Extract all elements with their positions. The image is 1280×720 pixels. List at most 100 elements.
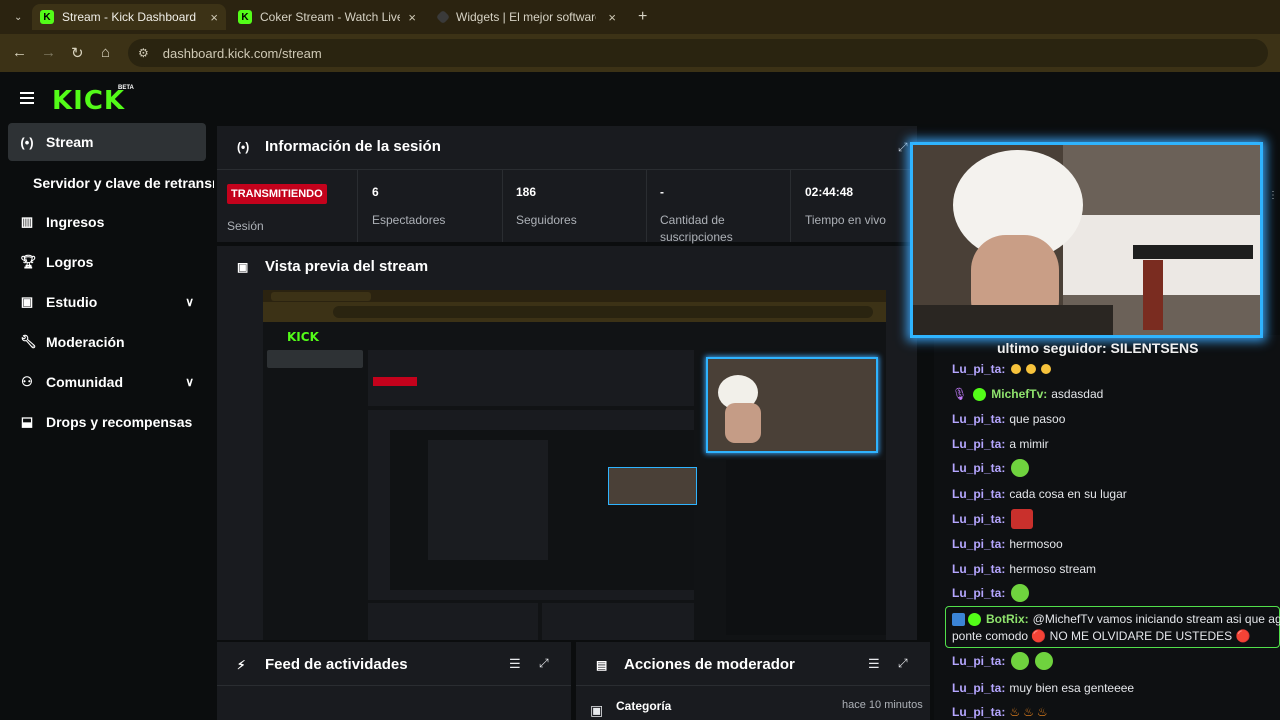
stat-subscriptions: - Cantidad de suscripciones	[646, 170, 791, 244]
emote-icon	[1035, 652, 1054, 670]
url-input[interactable]: ⚙ dashboard.kick.com/stream	[128, 39, 1268, 67]
sidebar-item-label: Drops y recompensas	[46, 414, 193, 430]
mod-action-title: Categoría	[616, 699, 672, 713]
sidebar-item-logros[interactable]: 🏆︎ Logros	[8, 243, 206, 281]
stat-followers: 186 Seguidores	[502, 170, 647, 242]
tab-coker-stream[interactable]: K Coker Stream - Watch Live on K ×	[230, 4, 424, 30]
fire-icon: ♨	[1009, 705, 1021, 719]
chat-message: Lu_pi_ta: que pasoo	[952, 412, 1066, 426]
emoji-icon	[1011, 364, 1022, 374]
chat-message: Lu_pi_ta:	[952, 459, 1030, 477]
chat-message: Lu_pi_ta:	[952, 362, 1054, 376]
fire-icon: ♨	[1023, 705, 1034, 719]
session-info-title: Información de la sesión	[265, 138, 441, 155]
activity-feed-header: ⚡︎ Feed de actividades	[237, 656, 408, 673]
fire-icon: ♨	[1036, 705, 1048, 719]
sidebar-item-label: Logros	[46, 254, 94, 270]
browser-tab-bar: ⌄ K Stream - Kick Dashboard × K Coker St…	[0, 0, 1280, 34]
sidebar-item-label: Stream	[46, 134, 94, 150]
activity-feed-title: Feed de actividades	[265, 656, 408, 673]
chat-message: Lu_pi_ta:	[952, 509, 1034, 529]
kick-favicon-icon: K	[238, 10, 252, 24]
verified-badge-icon	[968, 612, 981, 626]
kick-badge-icon	[973, 387, 987, 401]
video-icon: ▣	[237, 259, 249, 274]
stream-preview-header: ▣ Vista previa del stream	[237, 258, 428, 275]
emote-icon	[1011, 584, 1030, 602]
chat-message: Lu_pi_ta: a mimir	[952, 437, 1049, 451]
mod-action-time: hace 10 minutos	[842, 699, 923, 711]
emote-icon	[1011, 509, 1034, 529]
mod-actions-panel: ▤ Acciones de moderador ☰ ⤢ ▣ Categoría …	[576, 642, 930, 720]
chat-menu-icon[interactable]: ⋮	[1268, 190, 1278, 201]
sidebar-item-comunidad[interactable]: ⚇ Comunidad ∨	[8, 363, 206, 401]
tab-search-button[interactable]: ⌄	[6, 4, 30, 30]
chevron-down-icon[interactable]: ∨	[185, 295, 194, 309]
chat-message: Lu_pi_ta:	[952, 652, 1054, 670]
emote-icon	[1011, 652, 1030, 670]
emoji-icon	[1041, 364, 1052, 374]
mod-actions-title: Acciones de moderador	[624, 656, 795, 673]
site-settings-icon[interactable]: ⚙	[138, 46, 149, 60]
last-follower-text: ultimo seguidor: SILENTSENS	[997, 340, 1199, 356]
stream-preview-title: Vista previa del stream	[265, 258, 429, 275]
sidebar-item-ingresos[interactable]: ▥ Ingresos	[8, 203, 206, 241]
beta-badge: BETA	[118, 85, 134, 91]
emote-icon	[1011, 459, 1030, 477]
sidebar-item-label: Ingresos	[46, 214, 105, 230]
trophy-icon: 🏆︎	[20, 254, 37, 269]
kick-favicon-icon: K	[40, 10, 54, 24]
emoji-icon	[1026, 364, 1037, 374]
popout-icon[interactable]: ⤢	[898, 656, 908, 671]
lightning-icon: ⚡︎	[237, 657, 246, 672]
filter-icon[interactable]: ☰	[868, 656, 880, 672]
popout-icon[interactable]: ⤢	[539, 656, 549, 671]
chat-message: Lu_pi_ta: muy bien esa genteeee	[952, 681, 1135, 695]
chat-message: Lu_pi_ta:	[952, 584, 1030, 602]
expand-icon[interactable]: ⤢	[898, 140, 908, 155]
bot-badge-icon	[952, 612, 965, 626]
sidebar-item-stream[interactable]: (•) Stream	[8, 123, 206, 161]
sidebar-item-stream-key[interactable]: Servidor y clave de retransmisión	[33, 175, 214, 191]
drops-icon: ⬓	[20, 414, 34, 429]
wrench-icon: 🔧︎	[20, 334, 37, 349]
chat-message: 🎙︎ MichefTv: asdasdad	[952, 387, 1104, 401]
chevron-down-icon[interactable]: ∨	[185, 375, 194, 389]
home-icon[interactable]: ⌂	[101, 44, 110, 61]
broadcast-icon: (•)	[237, 139, 250, 154]
sidebar-item-estudio[interactable]: ▣ Estudio ∨	[8, 283, 206, 321]
address-bar: ← → ↻ ⌂ ⚙ dashboard.kick.com/stream	[0, 34, 1280, 73]
document-icon: ▤	[596, 657, 608, 672]
close-tab-icon[interactable]: ×	[408, 10, 416, 25]
stat-viewers: 6 Espectadores	[358, 170, 503, 242]
chat-message: Lu_pi_ta: cada cosa en su lugar	[952, 487, 1127, 501]
hamburger-menu-icon[interactable]	[20, 92, 34, 104]
new-tab-button[interactable]: +	[630, 4, 652, 30]
forward-icon[interactable]: →	[41, 44, 56, 61]
widgets-favicon-icon	[435, 9, 451, 25]
webcam-overlay	[910, 142, 1263, 338]
kick-logo[interactable]: KICK	[52, 86, 125, 116]
broadcast-icon: (•)	[20, 134, 34, 150]
chat-message: Lu_pi_ta: hermoso stream	[952, 562, 1097, 576]
back-icon[interactable]: ←	[12, 44, 27, 61]
sidebar-item-label: Estudio	[46, 294, 98, 310]
url-text: dashboard.kick.com/stream	[162, 45, 322, 61]
reload-icon[interactable]: ↻	[71, 44, 84, 62]
chat-message: Lu_pi_ta: ♨ ♨ ♨	[952, 705, 1048, 719]
close-tab-icon[interactable]: ×	[210, 10, 218, 25]
status-badge: TRANSMITIENDO	[227, 184, 327, 204]
stat-live-time: 02:44:48 Tiempo en vivo	[805, 185, 886, 227]
sidebar-item-drops[interactable]: ⬓ Drops y recompensas	[8, 403, 206, 441]
chat-message-bot: BotRix: @MichefTv vamos iniciando stream…	[952, 612, 1280, 626]
stream-preview-video[interactable]: KICK	[263, 290, 886, 640]
sidebar-item-label: Comunidad	[46, 374, 123, 390]
mod-actions-header: ▤ Acciones de moderador	[596, 656, 795, 673]
filter-icon[interactable]: ☰	[509, 656, 521, 672]
session-info-header: (•) Información de la sesión	[237, 138, 441, 155]
sidebar-item-moderacion[interactable]: 🔧︎ Moderación	[8, 323, 206, 361]
chat-message-bot-line2: ponte comodo 🔴 NO ME OLVIDARE DE USTEDES…	[952, 629, 1251, 643]
tab-widgets[interactable]: Widgets | El mejor software par ×	[430, 4, 624, 30]
close-tab-icon[interactable]: ×	[608, 10, 616, 25]
tab-kick-dashboard[interactable]: K Stream - Kick Dashboard ×	[32, 4, 226, 30]
